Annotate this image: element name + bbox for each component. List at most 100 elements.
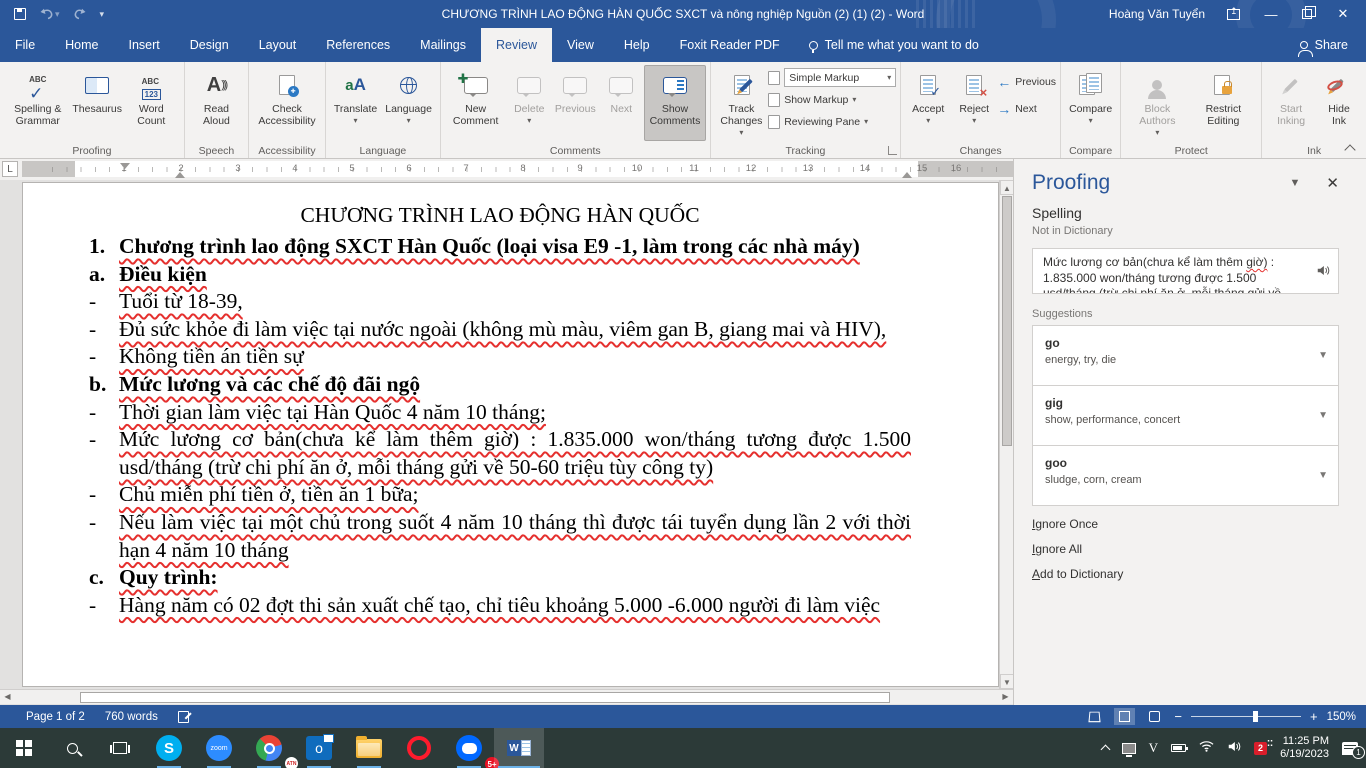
pane-options-icon[interactable]: ▼ xyxy=(1290,177,1301,189)
web-layout-icon[interactable] xyxy=(1144,708,1165,725)
task-view-button[interactable] xyxy=(96,728,144,768)
tab-references[interactable]: References xyxy=(311,28,405,62)
start-inking-button[interactable]: Start Inking xyxy=(1266,65,1316,141)
close-button[interactable]: ✕ xyxy=(1334,6,1352,22)
vertical-scroll-thumb[interactable] xyxy=(1002,196,1012,446)
suggestion-item[interactable]: go energy, try, die ▼ xyxy=(1032,325,1339,386)
suggestion-item[interactable]: goo sludge, corn, cream ▼ xyxy=(1032,445,1339,506)
ignore-once-link[interactable]: Ignore Once xyxy=(1032,517,1339,531)
tab-review[interactable]: Review xyxy=(481,28,552,62)
read-aloud-button[interactable]: A))) Read Aloud xyxy=(189,65,244,141)
print-layout-icon[interactable] xyxy=(1114,708,1135,725)
reviewing-pane-button[interactable]: Reviewing Pane▾ xyxy=(768,111,896,132)
markup-mode-select[interactable]: Simple Markup▾ xyxy=(784,68,896,87)
chevron-down-icon[interactable]: ▼ xyxy=(1318,470,1328,481)
tracking-dialog-launcher-icon[interactable] xyxy=(888,146,897,155)
block-authors-button[interactable]: Block Authors xyxy=(1125,65,1189,141)
zoom-slider-thumb[interactable] xyxy=(1253,711,1258,722)
scroll-right-icon[interactable]: ▶ xyxy=(998,690,1013,704)
tab-layout[interactable]: Layout xyxy=(244,28,312,62)
tab-home[interactable]: Home xyxy=(50,28,113,62)
right-indent-marker[interactable] xyxy=(902,172,912,178)
suggestion-item[interactable]: gig show, performance, concert ▼ xyxy=(1032,385,1339,446)
show-markup-button[interactable]: Show Markup▾ xyxy=(768,89,896,110)
user-account-name[interactable]: Hoàng Văn Tuyển xyxy=(1109,7,1205,21)
ignore-all-link[interactable]: Ignore All xyxy=(1032,542,1339,556)
taskbar-search-button[interactable] xyxy=(48,728,96,768)
tab-stop-selector[interactable]: L xyxy=(2,161,18,177)
read-mode-icon[interactable] xyxy=(1084,708,1105,725)
tray-clock[interactable]: 11:25 PM 6/19/2023 xyxy=(1280,735,1329,761)
tab-foxit-reader-pdf[interactable]: Foxit Reader PDF xyxy=(665,28,795,62)
zoom-in-icon[interactable]: + xyxy=(1310,709,1318,724)
horizontal-scrollbar[interactable]: ◀ ▶ xyxy=(0,689,1013,704)
tab-insert[interactable]: Insert xyxy=(114,28,175,62)
ultraviewer-tray-icon[interactable]: 2 xyxy=(1254,742,1267,755)
zoom-percentage[interactable]: 150% xyxy=(1327,711,1356,723)
battery-icon[interactable] xyxy=(1171,744,1186,752)
scroll-up-icon[interactable]: ▲ xyxy=(1000,180,1014,195)
ribbon-display-options-icon[interactable] xyxy=(1227,9,1240,20)
taskbar-opera[interactable] xyxy=(394,728,444,768)
previous-comment-button[interactable]: Previous xyxy=(552,65,598,141)
pane-close-icon[interactable]: ✕ xyxy=(1326,174,1339,192)
word-count-indicator[interactable]: 760 words xyxy=(105,711,158,723)
translate-button[interactable]: aA Translate xyxy=(330,65,381,141)
flagged-sentence-box[interactable]: Mức lương cơ bản(chưa kể làm thêm giờ) :… xyxy=(1032,248,1339,294)
proofing-status-icon[interactable] xyxy=(178,711,189,723)
previous-change-button[interactable]: ← Previous xyxy=(997,71,1056,92)
tab-view[interactable]: View xyxy=(552,28,609,62)
minimize-button[interactable]: — xyxy=(1262,7,1280,22)
chevron-down-icon[interactable]: ▼ xyxy=(1318,350,1328,361)
taskbar-skype[interactable]: S xyxy=(144,728,194,768)
language-button[interactable]: Language xyxy=(381,65,436,141)
add-to-dictionary-link[interactable]: Add to Dictionary xyxy=(1032,567,1339,581)
chevron-down-icon[interactable]: ▼ xyxy=(1318,410,1328,421)
taskbar-word-active[interactable]: W xyxy=(494,728,544,768)
taskbar-chrome[interactable]: ATN xyxy=(244,728,294,768)
show-comments-button[interactable]: Show Comments xyxy=(644,65,705,141)
wifi-icon[interactable] xyxy=(1199,739,1214,757)
restore-button[interactable] xyxy=(1302,9,1312,19)
taskbar-zoom[interactable]: zoom xyxy=(194,728,244,768)
check-accessibility-button[interactable]: Check Accessibility xyxy=(253,65,321,141)
next-change-button[interactable]: → Next xyxy=(997,98,1056,119)
v-app-tray-icon[interactable]: V xyxy=(1149,740,1158,756)
tab-mailings[interactable]: Mailings xyxy=(405,28,481,62)
hide-ink-button[interactable]: Hide Ink xyxy=(1316,65,1362,141)
restrict-editing-button[interactable]: Restrict Editing xyxy=(1190,65,1258,141)
display-tray-icon[interactable] xyxy=(1122,743,1136,754)
tab-file[interactable]: File xyxy=(0,28,50,62)
tell-me-box[interactable]: Tell me what you want to do xyxy=(795,28,993,62)
tab-design[interactable]: Design xyxy=(175,28,244,62)
new-comment-button[interactable]: ✚ New Comment xyxy=(445,65,506,141)
taskbar-zalo[interactable]: 5+ xyxy=(444,728,494,768)
taskbar-outlook[interactable]: o xyxy=(294,728,344,768)
horizontal-ruler[interactable]: L 1 2 3 4 5 6 7 8 9 10 11 12 13 14 15 16 xyxy=(0,159,1013,180)
scroll-down-icon[interactable]: ▼ xyxy=(1000,674,1014,689)
vertical-scrollbar[interactable]: ▲ ▼ xyxy=(999,180,1013,689)
start-button[interactable] xyxy=(0,728,48,768)
next-comment-button[interactable]: Next xyxy=(598,65,644,141)
thesaurus-button[interactable]: Thesaurus xyxy=(71,65,122,141)
delete-comment-button[interactable]: Delete xyxy=(506,65,552,141)
zoom-out-icon[interactable]: − xyxy=(1174,709,1182,724)
speaker-icon[interactable] xyxy=(1316,265,1330,281)
page-indicator[interactable]: Page 1 of 2 xyxy=(26,711,85,723)
first-line-indent-marker[interactable] xyxy=(120,163,130,169)
tray-chevron-up-icon[interactable] xyxy=(1100,745,1110,755)
document-page[interactable]: CHƯƠNG TRÌNH LAO ĐỘNG HÀN QUỐC 1. Chương… xyxy=(22,182,999,687)
track-changes-button[interactable]: Track Changes xyxy=(715,65,769,141)
accept-button[interactable]: ✓ Accept xyxy=(905,65,951,141)
spelling-grammar-button[interactable]: ABC✓ Spelling & Grammar xyxy=(4,65,71,141)
zoom-slider[interactable] xyxy=(1191,716,1301,717)
action-center-icon[interactable]: 1 xyxy=(1342,742,1358,755)
compare-button[interactable]: Compare xyxy=(1065,65,1116,141)
tab-help[interactable]: Help xyxy=(609,28,665,62)
taskbar-file-explorer[interactable] xyxy=(344,728,394,768)
share-button[interactable]: Share xyxy=(1282,28,1366,62)
scroll-left-icon[interactable]: ◀ xyxy=(0,690,15,704)
hanging-indent-marker[interactable] xyxy=(175,172,185,178)
volume-icon[interactable] xyxy=(1227,739,1241,757)
word-count-button[interactable]: ABC123 Word Count xyxy=(123,65,180,141)
